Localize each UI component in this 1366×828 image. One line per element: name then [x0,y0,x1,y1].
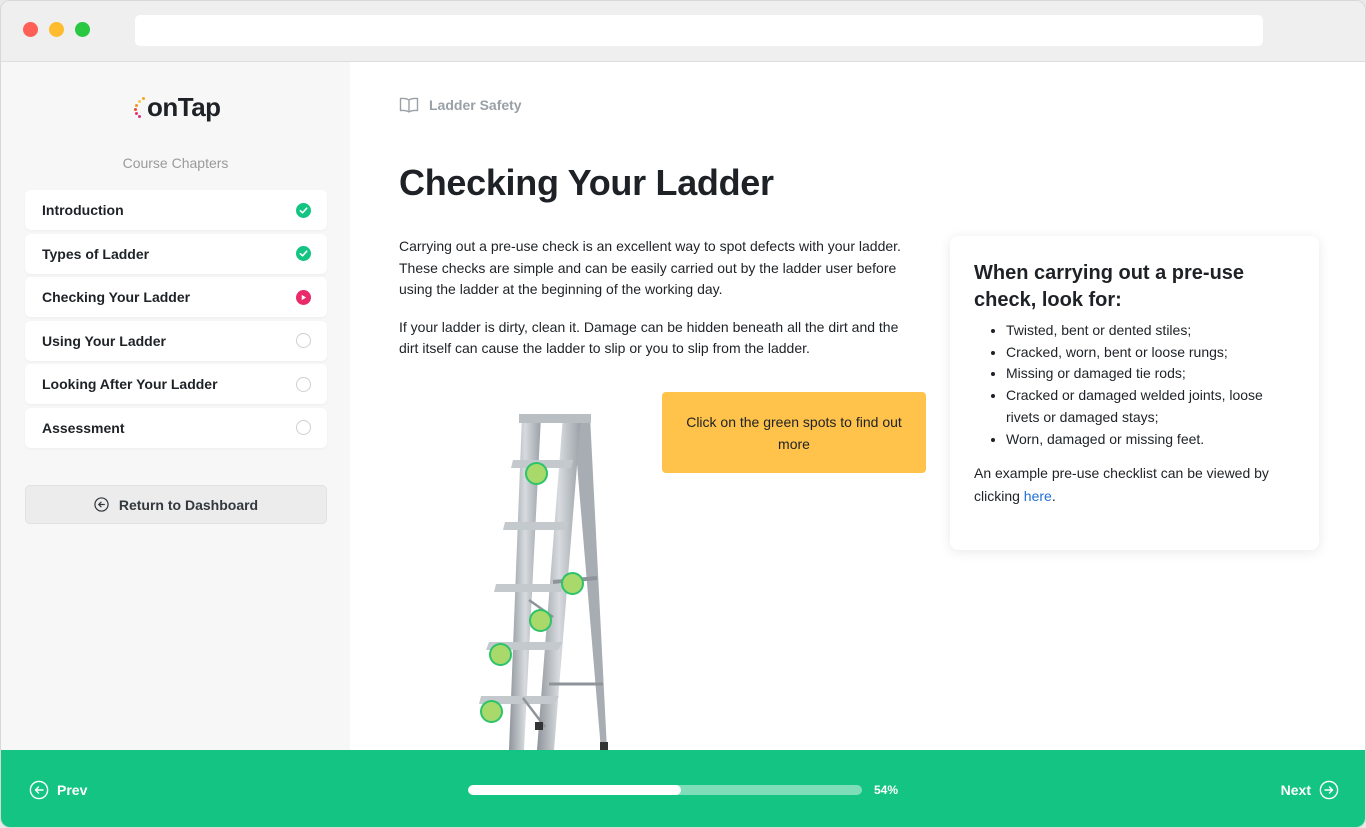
checklist-item: Twisted, bent or dented stiles; [1006,320,1295,342]
prev-button[interactable]: Prev [29,780,87,800]
chapter-label: Using Your Ladder [42,332,166,349]
chapter-item-looking-after-your-ladder[interactable]: Looking After Your Ladder [25,364,327,405]
arrow-left-circle-icon [29,780,49,800]
page-title: Checking Your Ladder [399,162,774,203]
checklist-card: When carrying out a pre-use check, look … [950,236,1319,550]
minimize-window-button[interactable] [49,22,64,37]
main-content: Ladder Safety Checking Your Ladder Carry… [350,62,1365,750]
checklist-title: When carrying out a pre-use check, look … [974,262,1245,311]
checklist-list: Twisted, bent or dented stiles; Cracked,… [974,320,1295,450]
checklist-item: Cracked or damaged welded joints, loose … [1006,385,1295,428]
logo-burst-icon [134,94,146,120]
chapters-heading: Course Chapters [122,155,229,171]
arrow-right-circle-icon [1319,780,1339,800]
hotspot-middle-rung[interactable] [489,643,512,666]
checklist-link[interactable]: here [1024,488,1052,504]
check-circle-icon [296,202,311,218]
stepladder-illustration [479,414,608,750]
browser-window: onTap Course Chapters Introduction Types… [0,0,1366,828]
chapter-label: Looking After Your Ladder [42,376,218,393]
course-progress-label: 54% [874,783,899,797]
address-bar[interactable] [135,15,1263,46]
ladder-image [425,402,665,750]
open-book-icon [399,97,419,113]
check-circle-icon [296,246,311,262]
return-to-dashboard-label: Return to Dashboard [118,496,259,513]
empty-circle-icon [296,376,311,392]
course-progress-bar [468,785,862,795]
ontap-logo: onTap [134,90,221,124]
chapter-label: Types of Ladder [42,245,150,262]
sidebar: onTap Course Chapters Introduction Types… [1,62,350,750]
chapter-item-checking-your-ladder[interactable]: Checking Your Ladder [25,277,327,318]
course-progress-fill [468,785,681,795]
instruction-callout: Click on the green spots to find out mor… [662,392,926,473]
close-window-button[interactable] [23,22,38,37]
chapter-item-using-your-ladder[interactable]: Using Your Ladder [25,320,327,361]
checklist-item: Missing or damaged tie rods; [1006,363,1295,385]
breadcrumb-course: Ladder Safety [429,97,522,113]
breadcrumb: Ladder Safety [399,97,522,113]
next-label: Next [1280,782,1311,798]
chapter-item-types-of-ladder[interactable]: Types of Ladder [25,233,327,274]
intro-text: Carrying out a pre-use check is an excel… [399,236,919,376]
checklist-note-text: An example pre-use checklist can be view… [974,465,1269,504]
maximize-window-button[interactable] [75,22,90,37]
hotspot-top-rung[interactable] [525,462,548,485]
checklist-item: Cracked, worn, bent or loose rungs; [1006,342,1295,364]
hotspot-lower-rung[interactable] [480,700,503,723]
chapter-item-assessment[interactable]: Assessment [25,407,327,448]
navigation-footer: Prev 54% Next [1,750,1365,827]
chapter-label: Checking Your Ladder [42,289,191,306]
chapter-label: Introduction [42,202,124,218]
empty-circle-icon [296,333,311,349]
prev-label: Prev [57,782,88,798]
empty-circle-icon [296,420,311,436]
return-to-dashboard-button[interactable]: Return to Dashboard [25,485,327,524]
chapter-list: Introduction Types of Ladder Checking Yo… [25,190,327,452]
arrow-left-circle-icon [94,497,109,512]
logo-text: onTap [147,91,221,122]
hotspot-rear-stay[interactable] [561,572,584,595]
chapter-label: Assessment [42,419,125,436]
next-button[interactable]: Next [1281,780,1339,800]
play-circle-icon [296,289,311,305]
checklist-note-end: . [1051,487,1056,504]
intro-paragraph: If your ladder is dirty, clean it. Damag… [399,318,899,357]
intro-paragraph: Carrying out a pre-use check is an excel… [399,238,901,297]
hotspot-stile[interactable] [529,609,552,632]
chapter-item-introduction[interactable]: Introduction [25,190,327,230]
checklist-note: An example pre-use checklist can be view… [974,462,1295,507]
title-bar [1,1,1365,62]
checklist-item: Worn, damaged or missing feet. [1006,429,1295,451]
